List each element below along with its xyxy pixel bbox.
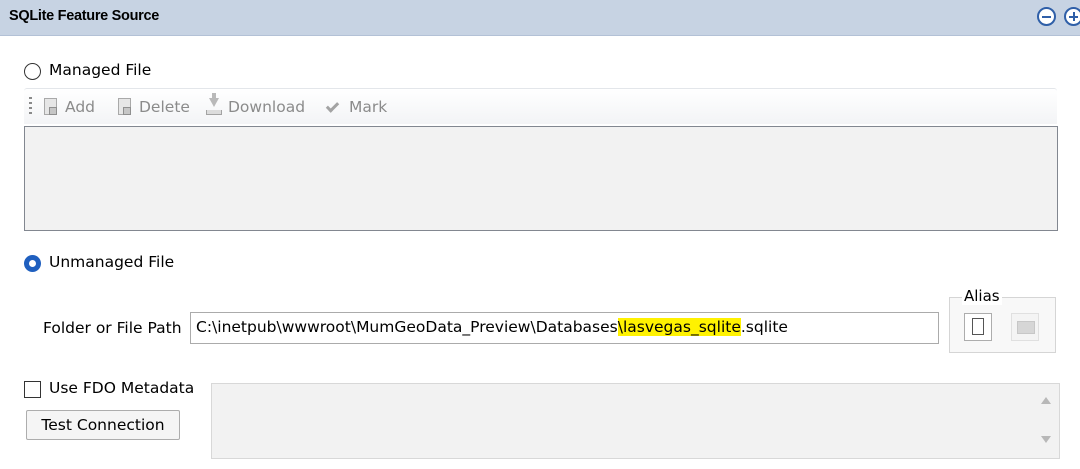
path-suffix-text: .sqlite [740, 318, 788, 336]
panel-title: SQLite Feature Source [9, 8, 160, 24]
toolbar-grip[interactable] [29, 97, 32, 117]
unmanaged-file-label: Unmanaged File [49, 253, 175, 271]
use-fdo-metadata-checkbox[interactable] [24, 381, 41, 398]
folder-path-input[interactable]: C:\inetpub\wwwroot\MumGeoData_Preview\Da… [190, 312, 939, 344]
folder-path-label: Folder or File Path [43, 319, 182, 337]
new-alias-button[interactable] [964, 313, 992, 341]
panel-header: SQLite Feature Source [0, 0, 1080, 36]
path-prefix-text: C:\inetpub\wwwroot\MumGeoData_Preview\Da… [196, 318, 618, 336]
delete-file-icon [116, 97, 134, 117]
metadata-textbox[interactable] [211, 383, 1060, 459]
add-button[interactable]: Add [42, 95, 95, 119]
alias-label: Alias [962, 287, 1002, 305]
test-connection-button[interactable]: Test Connection [26, 410, 180, 440]
expand-icon[interactable] [1064, 7, 1080, 26]
download-button[interactable]: Download [205, 93, 306, 119]
delete-button[interactable]: Delete [116, 95, 190, 119]
new-file-icon [972, 318, 984, 335]
add-file-icon [42, 97, 60, 117]
path-highlight-text: \lasvegas_sqlite [617, 318, 741, 336]
use-fdo-metadata-label: Use FDO Metadata [49, 379, 195, 397]
collapse-icon[interactable] [1037, 7, 1056, 26]
folder-icon [1017, 321, 1035, 334]
managed-file-toolbar: Add Delete Download Mark [24, 88, 1057, 124]
managed-file-label: Managed File [49, 61, 152, 79]
scroll-up-icon[interactable] [1041, 397, 1051, 404]
download-button-label: Download [228, 98, 306, 116]
mark-button-label: Mark [349, 98, 388, 116]
browse-alias-button[interactable] [1011, 313, 1039, 341]
add-button-label: Add [65, 98, 96, 116]
managed-file-radio[interactable] [24, 63, 41, 80]
mark-button[interactable]: Mark [325, 95, 388, 119]
download-icon [205, 93, 223, 117]
scroll-down-icon[interactable] [1041, 436, 1051, 443]
delete-button-label: Delete [139, 98, 190, 116]
unmanaged-file-radio[interactable] [24, 255, 41, 272]
managed-files-list[interactable] [24, 126, 1058, 231]
checkmark-icon [325, 97, 344, 117]
